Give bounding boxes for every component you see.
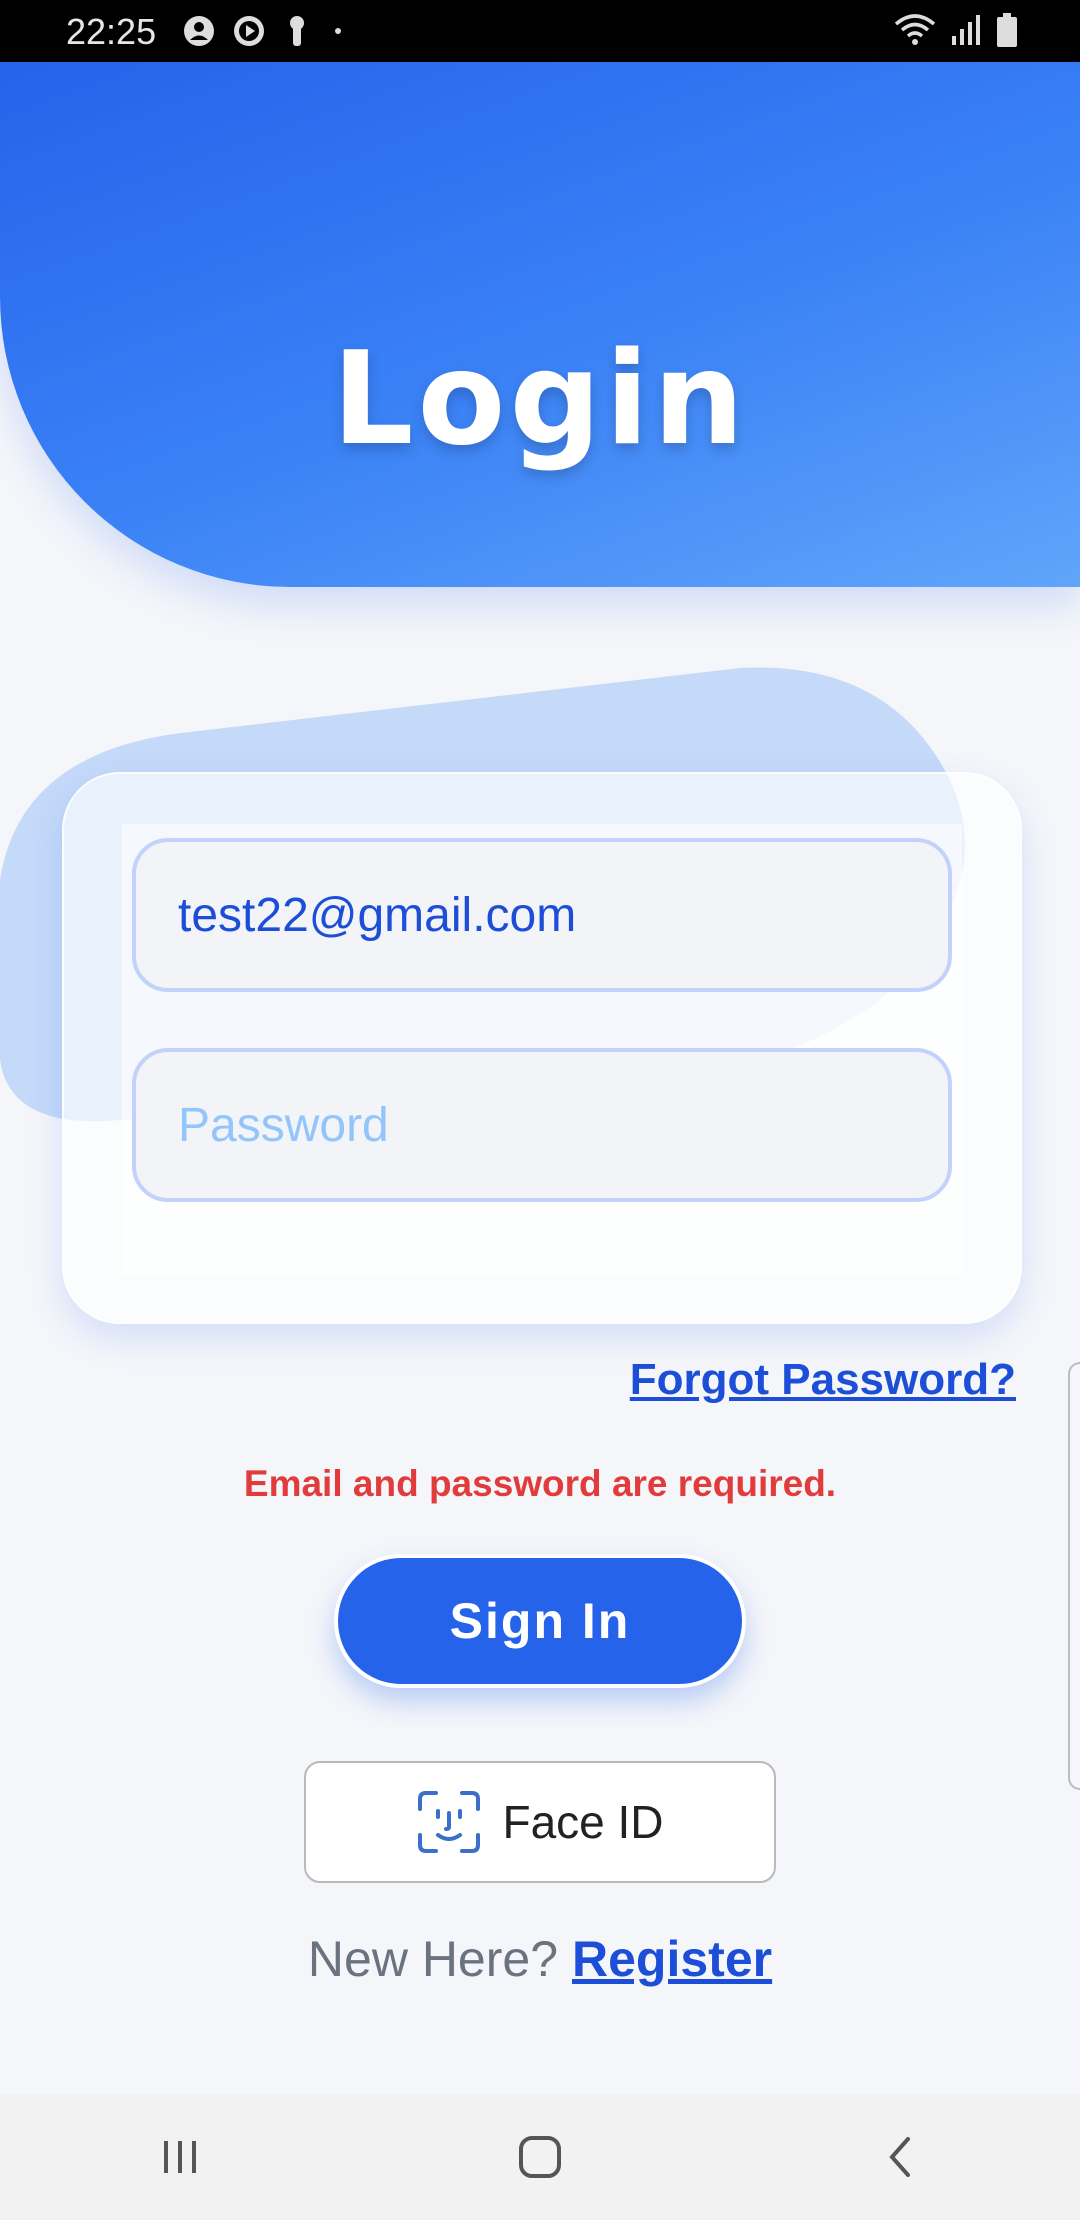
password-placeholder: Password: [178, 1098, 389, 1152]
status-time: 22:25: [66, 11, 157, 52]
sign-in-button[interactable]: Sign In: [334, 1554, 746, 1688]
edge-panel-handle[interactable]: [1068, 1362, 1080, 1790]
login-card: test22@gmail.com Password: [62, 772, 1022, 1324]
register-row: New Here? Register: [0, 1930, 1080, 1988]
register-link[interactable]: Register: [572, 1931, 772, 1987]
password-field[interactable]: Password: [132, 1048, 952, 1202]
recent-apps-icon: [164, 2141, 196, 2173]
email-field[interactable]: test22@gmail.com: [132, 838, 952, 992]
status-right-icons: [894, 12, 1018, 48]
back-button[interactable]: [840, 2112, 960, 2202]
register-prompt: New Here?: [307, 1931, 559, 1987]
error-message: Email and password are required.: [243, 1463, 837, 1504]
home-icon: [519, 2136, 561, 2178]
play-circle-icon: [234, 16, 264, 46]
sign-in-label: Sign In: [449, 1593, 631, 1649]
signal-icon: [952, 15, 980, 45]
back-icon: [889, 2137, 910, 2177]
email-value: test22@gmail.com: [178, 888, 577, 942]
battery-icon: [997, 13, 1017, 47]
status-left-icons: [182, 14, 348, 48]
account-circle-icon: [184, 16, 214, 46]
home-button[interactable]: [480, 2112, 600, 2202]
face-id-button[interactable]: Face ID: [304, 1761, 776, 1883]
recent-apps-button[interactable]: [120, 2112, 240, 2202]
dot-icon: [335, 28, 341, 34]
key-icon: [290, 16, 304, 46]
navigation-bar: [0, 2094, 1080, 2220]
status-bar: 22:25: [0, 0, 1080, 62]
page-title: Login: [331, 325, 749, 474]
forgot-password-link[interactable]: Forgot Password?: [630, 1355, 1016, 1405]
face-id-label: Face ID: [502, 1796, 664, 1848]
face-id-icon: [418, 1791, 481, 1853]
wifi-icon: [894, 14, 936, 45]
